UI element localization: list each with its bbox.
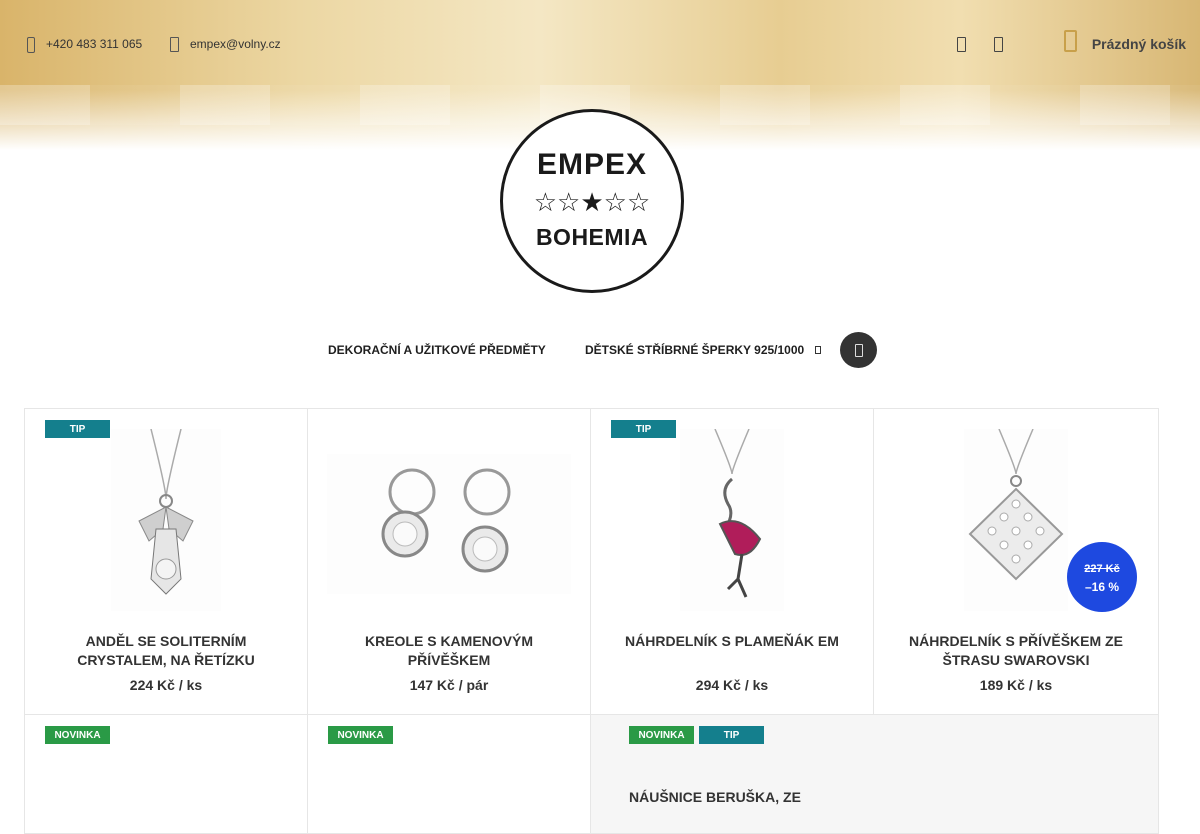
login-icon[interactable] — [992, 36, 1004, 54]
nav-item-kids-jewelry[interactable]: DĚTSKÉ STŘÍBRNÉ ŠPERKY 925/1000 — [585, 343, 822, 357]
top-bar: +420 483 311 065 empex@volny.cz Prázdný … — [0, 0, 1200, 90]
badge-group: NOVINKA — [45, 726, 110, 744]
old-price: 227 Kč — [1084, 563, 1120, 575]
logo-line1: EMPEX — [536, 148, 648, 181]
product-image[interactable] — [680, 428, 784, 611]
main-nav: DEKORAČNÍ A UŽITKOVÉ PŘEDMĚTY DĚTSKÉ STŘ… — [0, 332, 1200, 368]
logo-line2: BOHEMIA — [535, 224, 649, 250]
tip-badge: TIP — [611, 420, 676, 438]
product-name[interactable]: KREOLE S KAMENOVÝM PŘÍVĚŠKEM — [328, 632, 570, 670]
product-card[interactable]: TIP ANDĚL SE SOLITERNÍM CRYSTALEM, NA ŘE… — [24, 408, 308, 715]
product-price: 294 Kč / ks — [695, 677, 769, 693]
product-price: 147 Kč / pár — [409, 677, 489, 693]
product-image[interactable] — [964, 428, 1068, 611]
tip-badge: TIP — [45, 420, 110, 438]
logo[interactable]: EMPEX ☆☆★☆☆ BOHEMIA — [500, 109, 684, 293]
product-card[interactable]: 227 Kč –16 % NÁHRDELNÍK S PŘÍVĚŠKEM ZE Š… — [873, 408, 1159, 715]
nav-item-label: DĚTSKÉ STŘÍBRNÉ ŠPERKY 925/1000 — [585, 343, 805, 357]
phone-icon — [24, 36, 36, 53]
discount-percent: –16 % — [1084, 580, 1120, 594]
tip-badge: TIP — [699, 726, 764, 744]
badge-group: TIP — [45, 420, 110, 438]
new-badge: NOVINKA — [328, 726, 393, 744]
cart-label: Prázdný košík — [1091, 36, 1186, 52]
product-price: 224 Kč / ks — [129, 677, 203, 693]
product-card[interactable]: TIP NÁHRDELNÍK S PLAMEŇÁK EM 294 Kč / ks — [590, 408, 874, 715]
new-badge: NOVINKA — [629, 726, 694, 744]
badge-group: NOVINKA TIP — [629, 726, 764, 744]
product-price: 189 Kč / ks — [979, 677, 1053, 693]
product-card[interactable]: KREOLE S KAMENOVÝM PŘÍVĚŠKEM 147 Kč / pá… — [307, 408, 591, 715]
email-icon — [168, 36, 180, 52]
chevron-down-icon — [814, 344, 822, 354]
cart-icon — [1062, 28, 1077, 52]
product-name[interactable]: NÁHRDELNÍK S PLAMEŇÁK EM — [611, 632, 853, 651]
product-image[interactable] — [327, 454, 571, 594]
product-card[interactable]: NOVINKA — [307, 714, 591, 834]
product-name[interactable]: ANDĚL SE SOLITERNÍM CRYSTALEM, NA ŘETÍZK… — [45, 632, 287, 670]
new-badge: NOVINKA — [45, 726, 110, 744]
phone-number: +420 483 311 065 — [46, 37, 143, 51]
badge-group: TIP — [611, 420, 676, 438]
email-contact[interactable]: empex@volny.cz — [168, 36, 281, 52]
phone-contact[interactable]: +420 483 311 065 — [24, 36, 143, 53]
product-card[interactable]: NOVINKA TIP NÁUŠNICE BERUŠKA, ZE — [590, 714, 1159, 834]
product-name[interactable]: NÁUŠNICE BERUŠKA, ZE — [629, 788, 801, 807]
email-address: empex@volny.cz — [190, 37, 281, 51]
search-button[interactable] — [840, 332, 877, 368]
cart-button[interactable]: Prázdný košík — [1062, 28, 1186, 52]
product-name[interactable]: NÁHRDELNÍK S PŘÍVĚŠKEM ZE ŠTRASU SWAROVS… — [894, 632, 1138, 670]
logo-stars: ☆☆★☆☆ — [533, 187, 651, 217]
product-card[interactable]: NOVINKA — [24, 714, 308, 834]
nav-item-decorative[interactable]: DEKORAČNÍ A UŽITKOVÉ PŘEDMĚTY — [328, 343, 546, 357]
badge-group: NOVINKA — [328, 726, 393, 744]
account-icon[interactable] — [955, 36, 967, 54]
product-image[interactable] — [111, 428, 221, 611]
discount-badge: 227 Kč –16 % — [1067, 542, 1137, 612]
